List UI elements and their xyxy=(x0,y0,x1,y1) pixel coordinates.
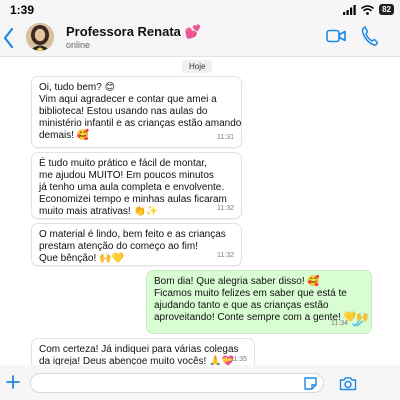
status-time: 1:39 xyxy=(10,3,35,17)
message-time: 11:32 xyxy=(217,252,234,259)
video-call-icon[interactable] xyxy=(326,28,346,44)
contact-name[interactable]: Professora Renata 💕 xyxy=(66,24,201,40)
message-time: 11:32 xyxy=(217,205,234,212)
message-line: Com certeza! Já indiquei para várias col… xyxy=(39,344,239,355)
incoming-message[interactable]: É tudo muito prático e fácil de montar, … xyxy=(31,152,242,219)
message-line: É tudo muito prático e fácil de montar, xyxy=(39,158,207,169)
sticker-icon[interactable] xyxy=(303,376,318,391)
contact-status: online xyxy=(66,40,91,50)
avatar-photo xyxy=(26,23,54,51)
back-chevron-icon[interactable] xyxy=(2,26,14,50)
message-line: Economizei tempo e minhas aulas ficaram xyxy=(39,194,227,205)
message-line: Oi, tudo bem? 😊 xyxy=(39,82,116,93)
message-line: me ajudou MUITO! Em poucos minutos xyxy=(39,170,214,181)
camera-icon[interactable] xyxy=(339,376,357,391)
message-line: Que bênção! 🙌💛 xyxy=(39,253,124,264)
message-line: demais! 🥰 xyxy=(39,130,90,141)
message-line: ajudando tanto e que as crianças estão xyxy=(154,300,329,311)
message-line: ministério infantil e as crianças estão … xyxy=(39,118,242,129)
message-line: muito mais atrativas! 👏✨ xyxy=(39,206,159,217)
status-icons: 82 xyxy=(343,4,394,15)
message-line: já tenho uma aula completa e envolvente. xyxy=(39,182,225,193)
wifi-icon xyxy=(361,4,375,15)
message-line: prestam atenção do começo ao fim! xyxy=(39,241,198,252)
incoming-message[interactable]: O material é lindo, bem feito e as crian… xyxy=(31,223,242,266)
outgoing-message[interactable]: Bom dia! Que alegria saber disso! 🥰 Fica… xyxy=(146,270,372,334)
message-line: Vim aqui agradecer e contar que amei a xyxy=(39,94,217,105)
message-input[interactable] xyxy=(30,373,324,393)
message-line: Ficamos muito felizes em saber que está … xyxy=(154,288,347,299)
date-chip: Hoje xyxy=(182,60,213,73)
message-time: 11:31 xyxy=(217,134,234,141)
read-receipt-icon xyxy=(352,320,364,327)
message-line: Bom dia! Que alegria saber disso! 🥰 xyxy=(154,276,320,287)
avatar[interactable] xyxy=(26,23,54,51)
status-bar: 1:39 82 xyxy=(0,0,400,20)
message-time-with-status: 11:34 xyxy=(331,318,364,330)
incoming-message[interactable]: Oi, tudo bem? 😊 Vim aqui agradecer e con… xyxy=(31,76,242,148)
battery-icon: 82 xyxy=(379,4,394,15)
voice-call-icon[interactable] xyxy=(360,25,378,47)
chat-header: Professora Renata 💕 online xyxy=(0,20,400,57)
plus-icon[interactable] xyxy=(6,375,20,389)
message-line: biblioteca! Estou usando nas aulas do xyxy=(39,106,208,117)
message-time: 11:34 xyxy=(331,320,349,327)
message-input-bar xyxy=(0,365,400,400)
signal-icon xyxy=(343,4,356,15)
message-line: O material é lindo, bem feito e as crian… xyxy=(39,229,226,240)
chat-area[interactable]: Hoje Oi, tudo bem? 😊 Vim aqui agradecer … xyxy=(0,57,400,370)
